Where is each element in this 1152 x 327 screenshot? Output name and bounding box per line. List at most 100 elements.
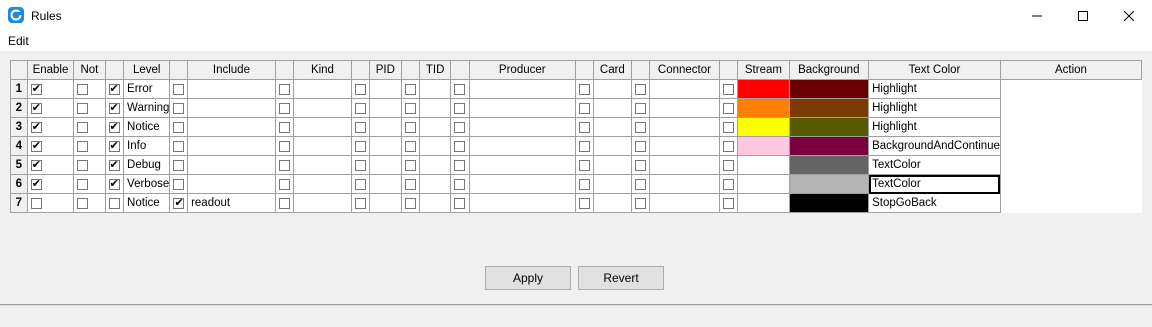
column-header[interactable]: [104, 60, 125, 80]
card-value-cell[interactable]: [593, 136, 632, 156]
level-toggle-checkbox[interactable]: [108, 139, 120, 153]
include-cell[interactable]: [187, 174, 276, 194]
not-checkbox[interactable]: [77, 83, 89, 95]
action-cell[interactable]: StopGoBack: [868, 193, 1001, 213]
level-cell[interactable]: Debug: [123, 155, 171, 175]
tid-toggle-checkbox[interactable]: [404, 159, 416, 171]
tid-toggle-checkbox[interactable]: [404, 197, 416, 209]
level-toggle-checkbox[interactable]: [108, 158, 120, 172]
connector-toggle-checkbox[interactable]: [634, 83, 646, 95]
background-color-cell[interactable]: [737, 79, 790, 99]
producer-value-cell[interactable]: [468, 98, 576, 118]
tid-value-cell[interactable]: [419, 155, 452, 175]
column-header[interactable]: [169, 60, 189, 80]
card-value-cell[interactable]: [593, 193, 632, 213]
stream-toggle-checkbox[interactable]: [722, 197, 734, 209]
background-color-cell[interactable]: [737, 117, 790, 137]
producer-toggle-checkbox[interactable]: [454, 83, 466, 95]
include-toggle-checkbox[interactable]: [173, 83, 185, 95]
enable-checkbox[interactable]: [30, 82, 42, 96]
background-color-cell[interactable]: [737, 98, 790, 118]
producer-value-cell[interactable]: [468, 193, 576, 213]
pid-toggle-checkbox[interactable]: [354, 121, 366, 133]
column-header[interactable]: Include: [187, 60, 276, 80]
tid-value-cell[interactable]: [419, 98, 452, 118]
kind-value-cell[interactable]: [293, 117, 352, 137]
pid-toggle-checkbox[interactable]: [354, 102, 366, 114]
stream-toggle-checkbox[interactable]: [722, 178, 734, 190]
enable-checkbox[interactable]: [30, 177, 42, 191]
kind-value-cell[interactable]: [293, 79, 352, 99]
level-cell[interactable]: Notice: [123, 193, 171, 213]
level-toggle-checkbox[interactable]: [108, 120, 120, 134]
level-toggle-checkbox[interactable]: [108, 177, 120, 191]
row-header[interactable]: 2: [10, 98, 28, 118]
pid-toggle-checkbox[interactable]: [354, 159, 366, 171]
tid-value-cell[interactable]: [419, 174, 452, 194]
card-value-cell[interactable]: [593, 155, 632, 175]
action-cell[interactable]: Highlight: [868, 98, 1001, 118]
enable-checkbox[interactable]: [30, 139, 42, 153]
include-cell[interactable]: [187, 155, 276, 175]
include-cell[interactable]: [187, 98, 276, 118]
background-color-cell[interactable]: [737, 155, 790, 175]
card-toggle-checkbox[interactable]: [578, 178, 590, 190]
text-color-cell[interactable]: [788, 79, 870, 99]
card-toggle-checkbox[interactable]: [578, 121, 590, 133]
action-cell[interactable]: BackgroundAndContinue: [868, 136, 1001, 156]
pid-value-cell[interactable]: [369, 136, 402, 156]
text-color-cell[interactable]: [788, 155, 870, 175]
include-cell[interactable]: [187, 136, 276, 156]
action-cell[interactable]: TextColor: [868, 174, 1001, 194]
level-cell[interactable]: Warning: [123, 98, 171, 118]
column-header[interactable]: [718, 60, 739, 80]
background-color-cell[interactable]: [737, 136, 790, 156]
kind-toggle-checkbox[interactable]: [278, 159, 290, 171]
include-toggle-checkbox[interactable]: [173, 102, 185, 114]
tid-value-cell[interactable]: [419, 136, 452, 156]
card-value-cell[interactable]: [593, 174, 632, 194]
maximize-button[interactable]: [1060, 0, 1106, 31]
not-checkbox[interactable]: [77, 102, 89, 114]
card-value-cell[interactable]: [593, 117, 632, 137]
kind-value-cell[interactable]: [293, 98, 352, 118]
producer-toggle-checkbox[interactable]: [454, 121, 466, 133]
action-cell[interactable]: Highlight: [868, 117, 1001, 137]
connector-value-cell[interactable]: [649, 155, 720, 175]
stream-toggle-checkbox[interactable]: [722, 140, 734, 152]
card-toggle-checkbox[interactable]: [578, 140, 590, 152]
background-color-cell[interactable]: [737, 193, 790, 213]
row-header[interactable]: 5: [10, 155, 28, 175]
tid-toggle-checkbox[interactable]: [404, 102, 416, 114]
pid-value-cell[interactable]: [369, 193, 402, 213]
column-header[interactable]: Level: [123, 60, 171, 80]
connector-toggle-checkbox[interactable]: [634, 140, 646, 152]
background-color-cell[interactable]: [737, 174, 790, 194]
not-checkbox[interactable]: [77, 121, 89, 133]
card-toggle-checkbox[interactable]: [578, 197, 590, 209]
apply-button[interactable]: Apply: [485, 266, 571, 290]
pid-toggle-checkbox[interactable]: [354, 178, 366, 190]
card-toggle-checkbox[interactable]: [578, 102, 590, 114]
stream-toggle-checkbox[interactable]: [722, 159, 734, 171]
include-toggle-checkbox[interactable]: [173, 178, 185, 190]
producer-value-cell[interactable]: [468, 79, 576, 99]
producer-value-cell[interactable]: [468, 117, 576, 137]
stream-toggle-checkbox[interactable]: [722, 102, 734, 114]
minimize-button[interactable]: [1014, 0, 1060, 31]
tid-toggle-checkbox[interactable]: [404, 83, 416, 95]
include-toggle-checkbox[interactable]: [173, 140, 185, 152]
column-header[interactable]: Enable: [26, 60, 75, 80]
column-header[interactable]: Producer: [468, 60, 576, 80]
column-header[interactable]: [450, 60, 470, 80]
menu-edit[interactable]: Edit: [8, 34, 29, 48]
pid-value-cell[interactable]: [369, 117, 402, 137]
connector-value-cell[interactable]: [649, 174, 720, 194]
producer-value-cell[interactable]: [468, 136, 576, 156]
connector-value-cell[interactable]: [649, 98, 720, 118]
pid-toggle-checkbox[interactable]: [354, 197, 366, 209]
row-header[interactable]: 6: [10, 174, 28, 194]
include-toggle-checkbox[interactable]: [173, 159, 185, 171]
connector-value-cell[interactable]: [649, 193, 720, 213]
row-header[interactable]: 4: [10, 136, 28, 156]
